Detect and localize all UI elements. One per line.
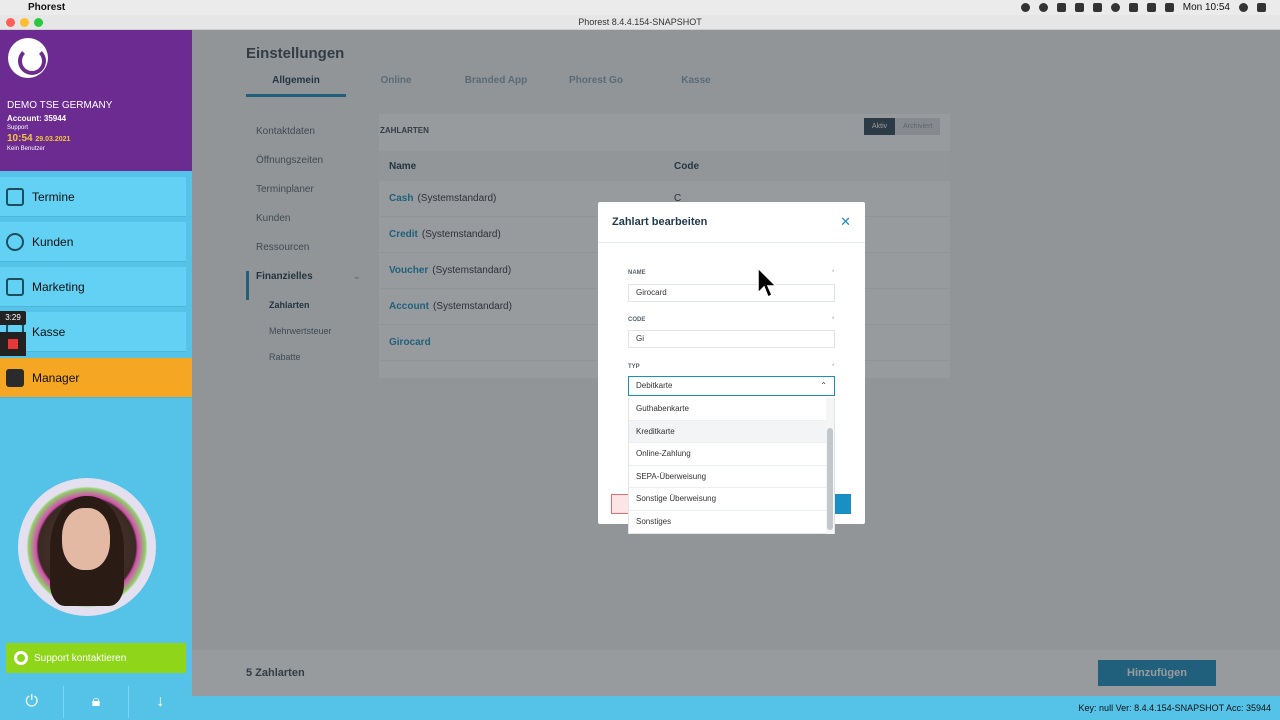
mouse-cursor-icon (757, 267, 778, 299)
type-value: Debitkarte (636, 381, 673, 390)
current-user[interactable]: Kein Benutzer (7, 146, 185, 152)
option-guthabenkarte[interactable]: Guthabenkarte (629, 398, 826, 421)
required-mark: * (832, 317, 835, 323)
code-label: CODE (628, 317, 646, 323)
company-name: DEMO TSE GERMANY (7, 100, 113, 111)
maximize-window-button[interactable] (34, 18, 43, 27)
code-field[interactable]: Gi (628, 330, 835, 348)
window-icon[interactable] (1056, 3, 1066, 12)
nav-label: Manager (32, 370, 80, 385)
nav-manager[interactable]: Manager (0, 358, 192, 398)
type-label: TYP (628, 364, 640, 370)
status-icon[interactable] (1020, 3, 1030, 12)
close-icon[interactable]: ✕ (840, 214, 851, 230)
dropdown-scrollbar[interactable] (827, 428, 833, 530)
name-field[interactable]: Girocard (628, 284, 835, 302)
sidebar-footer: ⏻ 🔒︎ ↓ (0, 686, 192, 718)
nav-kasse[interactable]: Kasse (0, 312, 186, 352)
briefcase-icon (6, 368, 24, 387)
stop-recording-icon[interactable] (0, 332, 26, 356)
type-select[interactable]: Debitkarte ⌃ (628, 376, 835, 396)
menubar-app-name[interactable]: Phorest (28, 2, 65, 13)
window-controls (6, 18, 43, 27)
webcam-avatar (18, 478, 156, 616)
modal-title: Zahlart bearbeiten (598, 202, 865, 243)
recording-timer: 3:29 (0, 311, 26, 325)
notification-center-icon[interactable] (1257, 3, 1266, 12)
menubar-status-area: Mon 10:54 (1020, 2, 1266, 13)
phorest-logo-icon (8, 38, 48, 78)
app-store-icon[interactable] (1092, 3, 1102, 12)
required-mark: * (832, 364, 835, 370)
power-icon[interactable]: ⏻ (0, 686, 65, 718)
sidebar-header: DEMO TSE GERMANY Account: 35944 Support … (0, 30, 192, 171)
option-sonstiges[interactable]: Sonstiges (629, 511, 826, 534)
nav-label: Marketing (32, 279, 85, 294)
minimize-window-button[interactable] (20, 18, 29, 27)
mac-menubar: Phorest Mon 10:54 (0, 0, 1280, 15)
megaphone-icon (6, 277, 24, 296)
required-mark: * (832, 270, 835, 276)
user-role: Support (7, 125, 29, 131)
nav-termine[interactable]: Termine (0, 177, 186, 217)
name-label: NAME (628, 270, 646, 276)
volume-icon[interactable] (1164, 3, 1174, 12)
option-online-zahlung[interactable]: Online-Zahlung (629, 443, 826, 466)
gear-icon[interactable] (1038, 3, 1048, 12)
account-number: Account: 35944 (7, 114, 67, 123)
menubar-clock[interactable]: Mon 10:54 (1183, 2, 1230, 13)
search-icon[interactable] (1239, 3, 1248, 12)
calendar-icon (6, 187, 24, 206)
timer-icon[interactable] (1110, 3, 1120, 12)
type-dropdown: Guthabenkarte Kreditkarte Online-Zahlung… (628, 398, 835, 534)
support-button[interactable]: Support kontaktieren (6, 643, 186, 673)
nav-label: Kunden (32, 234, 74, 249)
headset-icon (6, 232, 24, 251)
sidebar: DEMO TSE GERMANY Account: 35944 Support … (0, 30, 192, 720)
nav-label: Kasse (32, 324, 66, 339)
chevron-up-icon: ⌃ (820, 381, 827, 390)
lock-icon[interactable]: 🔒︎ (64, 686, 129, 718)
option-kreditkarte[interactable]: Kreditkarte (629, 420, 826, 444)
current-time: 10:54 29.03.2021 (7, 133, 185, 144)
wifi-icon[interactable] (1128, 3, 1138, 12)
airplay-icon[interactable] (1146, 3, 1156, 12)
display-icon[interactable] (1074, 3, 1084, 12)
status-bar: Key: null Ver: 8.4.4.154-SNAPSHOT Acc: 3… (192, 696, 1280, 720)
date-value: 29.03.2021 (35, 136, 71, 143)
avatar-face (62, 508, 110, 570)
option-sepa-ueberweisung[interactable]: SEPA-Überweisung (629, 466, 826, 489)
window-titlebar: Phorest 8.4.4.154-SNAPSHOT (0, 15, 1280, 30)
nav-marketing[interactable]: Marketing (0, 267, 186, 307)
window-title: Phorest 8.4.4.154-SNAPSHOT (578, 17, 702, 27)
support-label: Support kontaktieren (34, 652, 127, 664)
lifebuoy-icon (14, 651, 28, 665)
nav-kunden[interactable]: Kunden (0, 222, 186, 262)
nav-label: Termine (32, 189, 75, 204)
close-window-button[interactable] (6, 18, 15, 27)
time-value: 10:54 (7, 133, 33, 144)
option-sonstige-ueberweisung[interactable]: Sonstige Überweisung (629, 488, 826, 511)
arrow-down-icon[interactable]: ↓ (129, 686, 192, 718)
